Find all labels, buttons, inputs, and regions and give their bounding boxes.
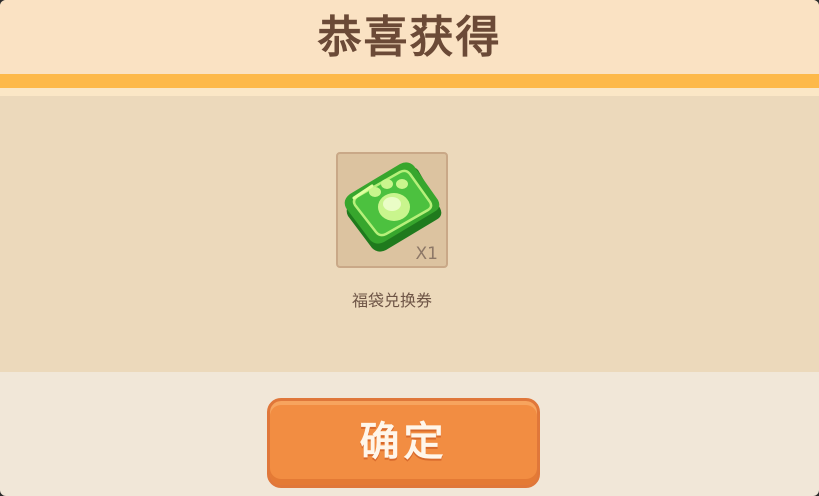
- item-quantity: X1: [415, 244, 438, 264]
- confirm-button-label: 确定: [359, 419, 448, 465]
- confirm-button[interactable]: 确定: [267, 398, 540, 488]
- reward-item-name: 福袋兑换券: [351, 291, 432, 310]
- header-stripe: [0, 74, 819, 88]
- green-paw-voucher-icon: [344, 162, 442, 252]
- dialog-title: 恭喜获得: [317, 12, 502, 63]
- header-divider: [0, 88, 819, 96]
- dialog-header: 恭喜获得: [0, 0, 819, 74]
- reward-item-slot[interactable]: X1: [336, 152, 448, 268]
- reward-dialog: 恭喜获得 X1 福袋兑换券 确定: [0, 0, 819, 496]
